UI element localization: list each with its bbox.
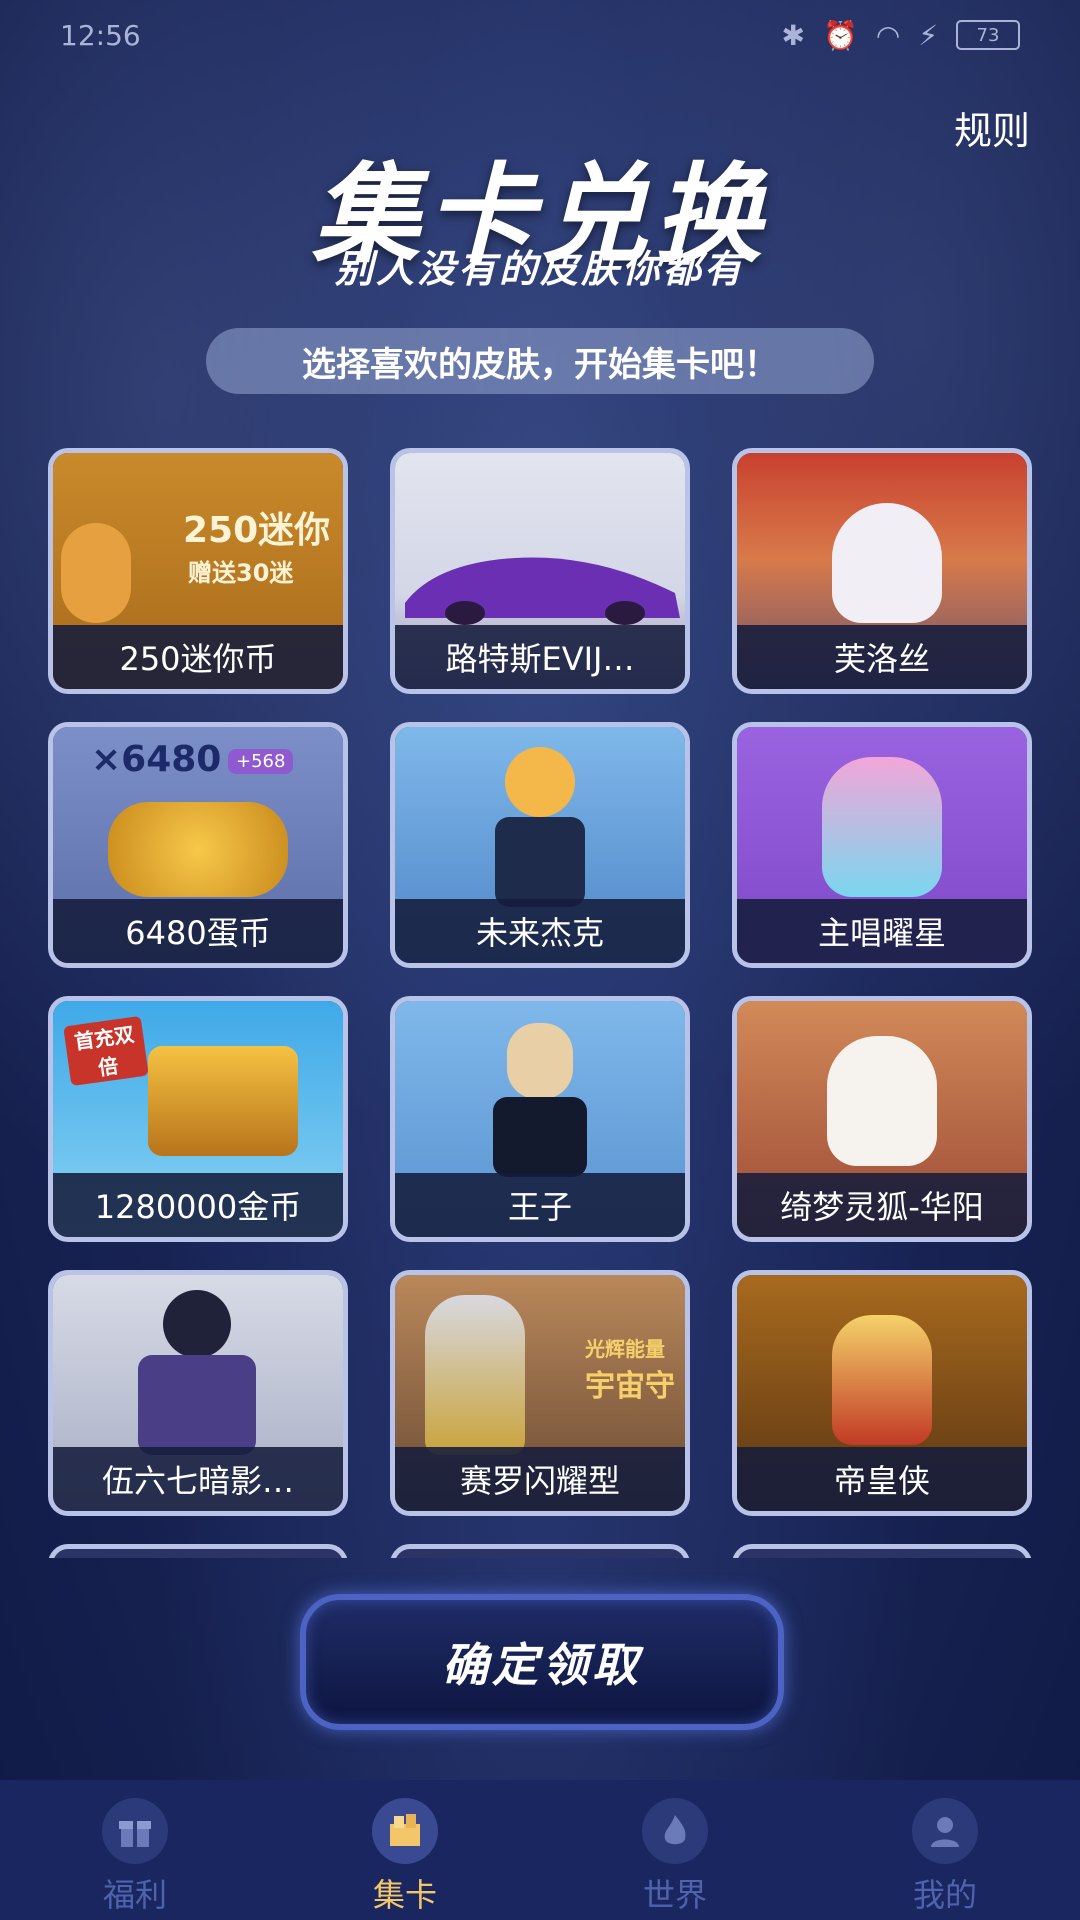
character-head — [163, 1290, 231, 1358]
card-label: 伍六七暗影… — [53, 1447, 343, 1511]
character-head — [507, 1023, 573, 1099]
character-figure — [827, 1036, 937, 1166]
skin-card[interactable]: 路特斯EVIJ… — [390, 448, 690, 694]
skin-card[interactable]: 帝皇侠 — [732, 1270, 1032, 1516]
card-label: 250迷你币 — [53, 625, 343, 689]
car-icon — [405, 557, 680, 625]
character-figure — [425, 1295, 525, 1455]
bluetooth-icon: ✱ — [781, 18, 806, 52]
page-subtitle: 别人没有的皮肤你都有 — [334, 247, 745, 291]
battery-level: 73 — [976, 24, 1000, 46]
status-left: 12:56 — [60, 19, 141, 52]
nav-item-world[interactable]: 世界 — [575, 1798, 775, 1916]
battery-icon: 73 — [956, 20, 1020, 50]
card-image-text: ×6480 — [91, 739, 222, 780]
thumbs-up-icon — [61, 523, 131, 623]
skin-card-partial[interactable] — [732, 1544, 1032, 1558]
card-image-badge: 首充双倍 — [63, 1015, 149, 1087]
nav-label: 集卡 — [372, 1876, 437, 1914]
skin-card[interactable]: 未来杰克 — [390, 722, 690, 968]
character-body — [138, 1355, 256, 1455]
card-label: 路特斯EVIJ… — [395, 625, 685, 689]
character-figure — [832, 1315, 932, 1445]
skin-card[interactable]: 主唱曜星 — [732, 722, 1032, 968]
bottom-nav: 福利 集卡 世界 我的 — [0, 1780, 1080, 1920]
card-image-subtext: 赠送30迷 — [188, 559, 294, 587]
character-figure — [822, 757, 942, 897]
card-label: 绮梦灵狐-华阳 — [737, 1173, 1027, 1237]
skin-card[interactable]: 250迷你 赠送30迷 250迷你币 — [48, 448, 348, 694]
skin-card[interactable]: 伍六七暗影… — [48, 1270, 348, 1516]
skin-card[interactable]: 王子 — [390, 996, 690, 1242]
card-label: 帝皇侠 — [737, 1447, 1027, 1511]
nav-item-welfare[interactable]: 福利 — [35, 1798, 235, 1916]
card-box-icon — [372, 1798, 438, 1864]
hint-banner: 选择喜欢的皮肤，开始集卡吧！ — [206, 328, 874, 394]
nav-item-collect-cards[interactable]: 集卡 — [305, 1798, 505, 1916]
confirm-claim-button[interactable]: 确定领取 — [300, 1594, 784, 1730]
card-label: 1280000金币 — [53, 1173, 343, 1237]
status-right: ✱ ⏰ ◠ ⚡ 73 — [782, 19, 1020, 52]
skin-card[interactable]: 芙洛丝 — [732, 448, 1032, 694]
card-label: 王子 — [395, 1173, 685, 1237]
character-body — [493, 1097, 587, 1177]
card-image-subtext: 宇宙守 — [585, 1369, 675, 1404]
skin-card[interactable]: 光辉能量 宇宙守 赛罗闪耀型 — [390, 1270, 690, 1516]
coin-pile-icon — [108, 802, 288, 897]
skin-card-partial[interactable] — [390, 1544, 690, 1558]
card-label: 6480蛋币 — [53, 899, 343, 963]
card-image-text: 250迷你 — [183, 510, 331, 551]
alarm-icon: ⏰ — [823, 18, 858, 52]
wifi-icon: ◠ — [875, 18, 901, 52]
skin-card[interactable]: ×6480 +568 6480蛋币 — [48, 722, 348, 968]
gift-icon — [102, 1798, 168, 1864]
nav-label: 福利 — [102, 1876, 167, 1914]
card-label: 未来杰克 — [395, 899, 685, 963]
character-head — [505, 747, 575, 817]
character-figure — [832, 503, 942, 623]
skin-card[interactable]: 首充双倍 1280000金币 — [48, 996, 348, 1242]
card-label: 芙洛丝 — [737, 625, 1027, 689]
skin-card-partial[interactable] — [48, 1544, 348, 1558]
card-label: 主唱曜星 — [737, 899, 1027, 963]
character-body — [495, 817, 585, 907]
user-icon — [912, 1798, 978, 1864]
nav-item-mine[interactable]: 我的 — [845, 1798, 1045, 1916]
skin-card[interactable]: 绮梦灵狐-华阳 — [732, 996, 1032, 1242]
charging-icon: ⚡ — [918, 18, 938, 52]
nav-label: 世界 — [642, 1876, 707, 1914]
nav-label: 我的 — [912, 1876, 977, 1914]
card-image-text: 光辉能量 — [585, 1337, 665, 1361]
flame-icon — [642, 1798, 708, 1864]
skin-card-grid: 250迷你 赠送30迷 250迷你币 路特斯EVIJ… 芙洛丝 ×6480 +5… — [48, 448, 1032, 1558]
card-label: 赛罗闪耀型 — [395, 1447, 685, 1511]
status-bar: 12:56 ✱ ⏰ ◠ ⚡ 73 — [0, 0, 1080, 70]
card-image-badge: +568 — [228, 749, 294, 774]
status-time: 12:56 — [60, 18, 141, 52]
treasure-chest-icon — [148, 1046, 298, 1156]
